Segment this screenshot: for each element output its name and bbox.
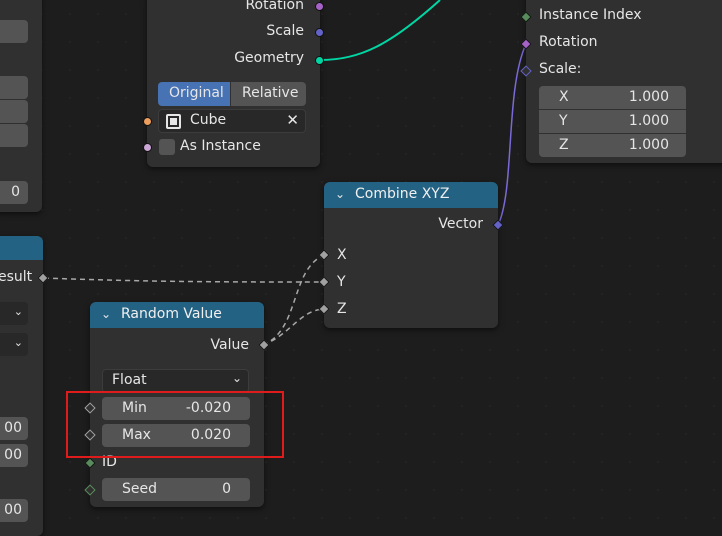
cube-icon xyxy=(166,114,181,129)
scale-output-label: Scale xyxy=(266,23,304,39)
scale-y-field[interactable]: Y 1.000 xyxy=(539,110,686,133)
random-value-title: Random Value xyxy=(121,306,222,322)
left-dropdown-1[interactable]: ⌄ xyxy=(0,302,28,325)
rotation-input-label: Rotation xyxy=(539,34,598,50)
as-instance-checkbox[interactable] xyxy=(159,139,175,155)
scale-z-field[interactable]: Z 1.000 xyxy=(539,134,686,157)
left-field-4[interactable] xyxy=(0,124,28,147)
left-value-field[interactable]: 0 xyxy=(0,181,28,204)
seed-field[interactable]: Seed 0 xyxy=(102,478,250,501)
left-field-7[interactable]: 00 xyxy=(0,499,28,522)
chevron-down-icon[interactable]: ⌄ xyxy=(101,307,111,321)
random-value-header[interactable]: ⌄ Random Value xyxy=(90,302,264,328)
geometry-output-label: Geometry xyxy=(234,50,304,66)
scale-input-label: Scale: xyxy=(539,61,582,77)
left-lower-node[interactable]: esult ⌄ ⌄ 00 00 00 xyxy=(0,236,49,536)
highlight-box xyxy=(66,391,284,458)
object-info-node[interactable]: Rotation Scale Geometry Original Relativ… xyxy=(143,0,324,167)
left-field-5[interactable]: 00 xyxy=(0,417,28,440)
instance-node[interactable]: Instance Index Rotation Scale: X 1.000 Y… xyxy=(520,0,722,163)
scale-x-field[interactable]: X 1.000 xyxy=(539,86,686,109)
original-toggle[interactable]: Original xyxy=(158,82,230,106)
left-field-1[interactable] xyxy=(0,20,28,43)
vector-output-label: Vector xyxy=(438,216,483,232)
z-input-label: Z xyxy=(337,301,347,317)
left-field-2[interactable] xyxy=(0,76,28,99)
as-instance-socket[interactable] xyxy=(143,143,152,152)
object-field[interactable]: Cube ✕ xyxy=(158,109,306,133)
result-to-y-link xyxy=(43,277,325,283)
rotation-output-label: Rotation xyxy=(245,0,304,13)
result-output-label: esult xyxy=(0,269,33,285)
relative-toggle[interactable]: Relative xyxy=(231,82,306,106)
close-icon[interactable]: ✕ xyxy=(286,111,299,129)
chevron-down-icon[interactable]: ⌄ xyxy=(335,187,345,201)
instance-index-label: Instance Index xyxy=(539,7,642,23)
y-input-label: Y xyxy=(337,274,346,290)
combine-xyz-node[interactable]: ⌄ Combine XYZ Vector X Y Z xyxy=(318,182,504,328)
combine-xyz-header[interactable]: ⌄ Combine XYZ xyxy=(324,182,498,208)
geometry-link xyxy=(319,0,441,61)
left-dropdown-2[interactable]: ⌄ xyxy=(0,333,28,356)
scale-output-socket[interactable] xyxy=(315,28,324,37)
chevron-down-icon: ⌄ xyxy=(231,371,242,385)
left-lower-node-header[interactable] xyxy=(0,236,43,260)
rotation-output-socket[interactable] xyxy=(315,2,324,11)
x-input-label: X xyxy=(337,247,347,263)
as-instance-label: As Instance xyxy=(180,138,261,154)
value-output-label: Value xyxy=(210,337,249,353)
value-to-x-link xyxy=(262,254,325,346)
object-input-socket[interactable] xyxy=(143,117,152,126)
left-upper-node[interactable]: 0 xyxy=(0,0,42,212)
left-field-3[interactable] xyxy=(0,100,28,123)
chevron-down-icon: ⌄ xyxy=(13,305,23,318)
chevron-down-icon: ⌄ xyxy=(13,336,23,349)
geometry-output-socket[interactable] xyxy=(315,56,324,65)
data-type-dropdown[interactable]: Float ⌄ xyxy=(102,369,249,393)
combine-xyz-title: Combine XYZ xyxy=(355,186,450,202)
left-field-6[interactable]: 00 xyxy=(0,444,28,467)
